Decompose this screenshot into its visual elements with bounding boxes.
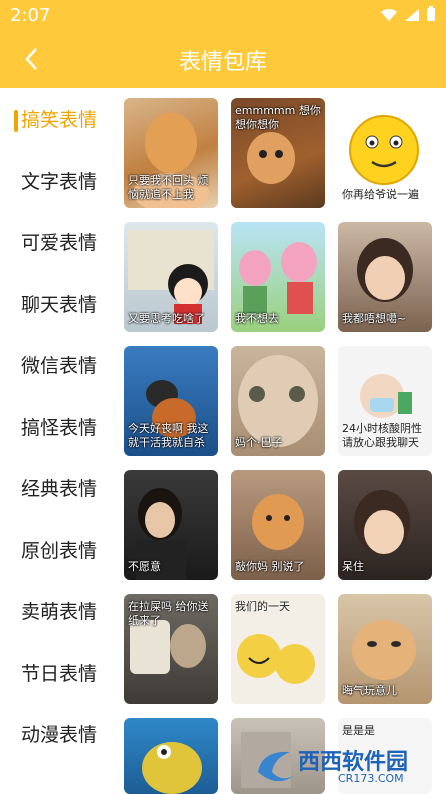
sticker-tile[interactable]: 在拉屎吗 给你送纸来了 [124,594,218,704]
sticker-caption: 晦气玩意儿 [342,684,397,697]
sidebar-item-label: 经典表情 [20,478,97,501]
sticker-tile[interactable]: 不愿意 [124,470,218,580]
sticker-tile[interactable]: 晦气玩意儿 [338,594,432,704]
watermark-logo: 西西软件园 CR173.COM [250,742,440,788]
status-bar: 2:07 [0,0,446,30]
sidebar-item-cute[interactable]: 可爱表情 [0,211,118,273]
sidebar-item-chat[interactable]: 聊天表情 [0,273,118,335]
sticker-tile[interactable]: 我都唔想噶~ [338,222,432,332]
active-indicator [14,110,18,132]
sticker-caption: 在拉屎吗 给你送纸来了 [128,600,209,627]
sticker-caption: 你再给爷说一遍 [342,188,419,201]
sticker-caption: 24小时核酸阴性 请放心跟我聊天 [342,422,422,449]
sticker-caption: 是是是 [342,724,375,737]
sticker-tile[interactable]: 只要我不回头 烦恼就追不上我 [124,98,218,208]
sticker-tile[interactable]: emmmmm 想你想你想你 [231,98,325,208]
sidebar-item-label: 动漫表情 [20,724,97,747]
signal-icon [404,7,420,26]
sidebar-item-label: 节日表情 [20,662,97,685]
sticker-tile[interactable]: 24小时核酸阴性 请放心跟我聊天 [338,346,432,456]
sticker-caption: 不愿意 [128,560,161,573]
sidebar-item-classic[interactable]: 经典表情 [0,457,118,519]
sticker-caption: 妈个·巴子 [235,436,283,449]
sticker-tile[interactable]: 我们的一天 [231,594,325,704]
sidebar-item-weird[interactable]: 搞怪表情 [0,396,118,458]
sticker-caption: 只要我不回头 烦恼就追不上我 [128,174,209,201]
sticker-tile[interactable]: 我不想去 [231,222,325,332]
sticker-caption: 敲你妈 别说了 [235,560,305,573]
sidebar-item-holiday[interactable]: 节日表情 [0,642,118,704]
watermark-url: CR173.COM [338,772,404,785]
wifi-icon [380,7,398,26]
sidebar-item-anime[interactable]: 动漫表情 [0,703,118,765]
sticker-caption: 今天好丧啊 我这就干活我就自杀 [128,422,209,449]
sidebar-item-funny[interactable]: 搞笑表情 [0,88,118,150]
sticker-tile[interactable]: 敲你妈 别说了 [231,470,325,580]
sidebar-item-label: 可爱表情 [20,232,97,255]
sticker-caption: 我不想去 [235,312,279,325]
status-icons [380,6,436,26]
sticker-caption: 我都唔想噶~ [342,312,407,325]
app-bar: 表情包库 [0,30,446,88]
sticker-caption: 我们的一天 [235,600,290,613]
sidebar-item-label: 原创表情 [20,539,97,562]
sticker-tile[interactable]: 妈个·巴子 [231,346,325,456]
sidebar-item-label: 文字表情 [20,170,97,193]
sticker-caption: emmmmm 想你想你想你 [235,104,321,131]
battery-icon [426,6,436,26]
sticker-tile[interactable] [124,718,218,794]
sticker-tile[interactable]: 你再给爷说一遍 [338,98,432,208]
sidebar-item-adorable[interactable]: 卖萌表情 [0,580,118,642]
sidebar-item-label: 卖萌表情 [20,601,97,624]
status-time: 2:07 [10,5,51,26]
sidebar-item-label: 搞怪表情 [20,416,97,439]
cartoon-fish-illustration [142,742,202,794]
category-sidebar: 搞笑表情 文字表情 可爱表情 聊天表情 微信表情 搞怪表情 经典表情 原创表情 … [0,88,118,793]
sidebar-item-label: 搞笑表情 [20,109,97,132]
sidebar-item-wechat[interactable]: 微信表情 [0,334,118,396]
sticker-tile[interactable]: 又要思考吃啥了 [124,222,218,332]
sticker-caption: 又要思考吃啥了 [128,312,205,325]
page-title: 表情包库 [178,50,267,75]
sidebar-item-label: 聊天表情 [20,293,97,316]
sidebar-item-original[interactable]: 原创表情 [0,519,118,581]
sidebar-item-text[interactable]: 文字表情 [0,150,118,212]
sticker-caption: 呆住 [342,560,364,573]
sticker-tile[interactable]: 呆住 [338,470,432,580]
sidebar-item-label: 微信表情 [20,355,97,378]
sticker-tile[interactable]: 今天好丧啊 我这就干活我就自杀 [124,346,218,456]
